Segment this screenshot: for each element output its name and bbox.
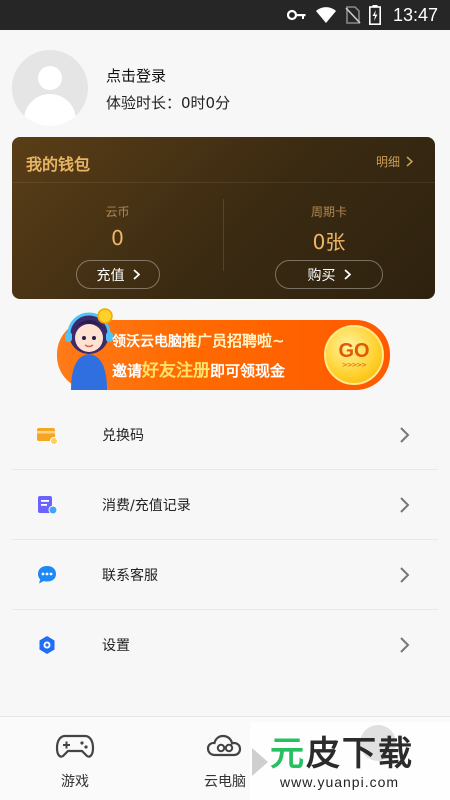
wallet-card: 我的钱包 明细 云币 0 周期卡 0张 充值 购买 bbox=[12, 137, 435, 299]
banner-line-1-part-2: 推广员招聘啦~ bbox=[182, 332, 285, 350]
banner-line-2-part-1: 邀请 bbox=[112, 362, 143, 380]
tab-label-games: 游戏 bbox=[61, 774, 89, 790]
avatar[interactable] bbox=[12, 50, 88, 126]
menu-label-settings: 设置 bbox=[102, 638, 130, 654]
weekly-card-column: 周期卡 0张 bbox=[223, 203, 435, 255]
weekly-card-value: 0张 bbox=[312, 230, 346, 254]
profile-section[interactable]: 点击登录 体验时长：0时0分 bbox=[0, 30, 450, 130]
menu-label-records: 消费/充值记录 bbox=[102, 497, 191, 514]
menu-item-settings[interactable]: 设置 bbox=[12, 610, 438, 680]
menu-item-records[interactable]: 消费/充值记录 bbox=[12, 470, 438, 540]
go-button[interactable]: GO >>>>> bbox=[324, 325, 384, 385]
menu-label-redeem-code: 兑换码 bbox=[102, 427, 144, 444]
recharge-button[interactable]: 充值 bbox=[76, 260, 160, 289]
profile-avatar-icon bbox=[360, 725, 396, 761]
cloud-icon bbox=[206, 734, 242, 757]
banner-line-2: 邀请好友注册即可领现金 bbox=[112, 356, 285, 381]
tab-games[interactable]: 游戏 bbox=[0, 717, 150, 800]
chevron-right-icon bbox=[400, 637, 410, 653]
promoter-recruit-banner[interactable]: 领沃云电脑推广员招聘啦~ 邀请好友注册即可领现金 GO >>>>> bbox=[57, 308, 390, 390]
buy-card-button[interactable]: 购买 bbox=[275, 260, 383, 289]
wallet-divider bbox=[12, 182, 435, 183]
banner-line-2-part-3: 即可领现金 bbox=[210, 362, 286, 380]
avatar-body-shape bbox=[24, 94, 76, 126]
experience-duration: 体验时长：0时0分 bbox=[106, 94, 231, 112]
battery-charging-icon bbox=[368, 5, 381, 25]
chevron-right-icon bbox=[400, 427, 410, 443]
chevron-right-icon bbox=[400, 567, 410, 583]
status-time: 13:47 bbox=[392, 4, 438, 25]
tab-cloud-pc[interactable]: 云电脑 bbox=[150, 717, 300, 800]
chevron-right-icon bbox=[343, 269, 351, 280]
coins-value: 0 bbox=[111, 226, 124, 250]
no-sim-icon bbox=[345, 6, 361, 24]
buy-button-label: 购买 bbox=[307, 267, 336, 284]
login-link[interactable]: 点击登录 bbox=[106, 65, 166, 86]
chat-bubble-icon bbox=[38, 566, 56, 584]
coins-label: 云币 bbox=[105, 205, 130, 219]
avatar-head-shape bbox=[38, 66, 62, 90]
bottom-tab-bar: 游戏 云电脑 bbox=[0, 716, 450, 800]
tab-label-cloud-pc: 云电脑 bbox=[204, 774, 246, 790]
chevron-right-icon bbox=[406, 156, 413, 167]
tab-profile[interactable] bbox=[300, 717, 450, 800]
chevron-right-icon bbox=[132, 269, 140, 280]
wallet-detail-label: 明细 bbox=[375, 155, 400, 169]
wallet-title: 我的钱包 bbox=[26, 155, 91, 174]
banner-line-1: 领沃云电脑推广员招聘啦~ bbox=[112, 330, 285, 351]
chevron-right-icon bbox=[400, 497, 410, 513]
coins-column: 云币 0 bbox=[12, 203, 223, 250]
wallet-detail-link[interactable]: 明细 bbox=[376, 153, 413, 170]
settings-gear-icon bbox=[39, 636, 55, 654]
menu-label-customer-service: 联系客服 bbox=[102, 567, 158, 584]
status-bar: 13:47 bbox=[0, 0, 450, 30]
redeem-card-icon bbox=[37, 428, 58, 445]
wifi-icon bbox=[315, 6, 337, 24]
mascot-girl-icon bbox=[65, 308, 113, 390]
banner-line-1-part-1: 领沃云电脑 bbox=[112, 334, 182, 350]
menu-list: 兑换码 消费/充值记录 联系客服 设置 bbox=[12, 400, 438, 680]
menu-item-redeem-code[interactable]: 兑换码 bbox=[12, 400, 438, 470]
weekly-card-label: 周期卡 bbox=[310, 205, 347, 219]
key-icon bbox=[286, 9, 307, 21]
record-document-icon bbox=[38, 496, 58, 515]
banner-line-2-part-2: 好友注册 bbox=[142, 361, 211, 381]
go-button-label: GO bbox=[338, 340, 370, 362]
gamepad-icon bbox=[55, 734, 95, 758]
recharge-button-label: 充值 bbox=[96, 267, 125, 284]
menu-item-customer-service[interactable]: 联系客服 bbox=[12, 540, 438, 610]
go-arrows: >>>>> bbox=[341, 361, 367, 369]
